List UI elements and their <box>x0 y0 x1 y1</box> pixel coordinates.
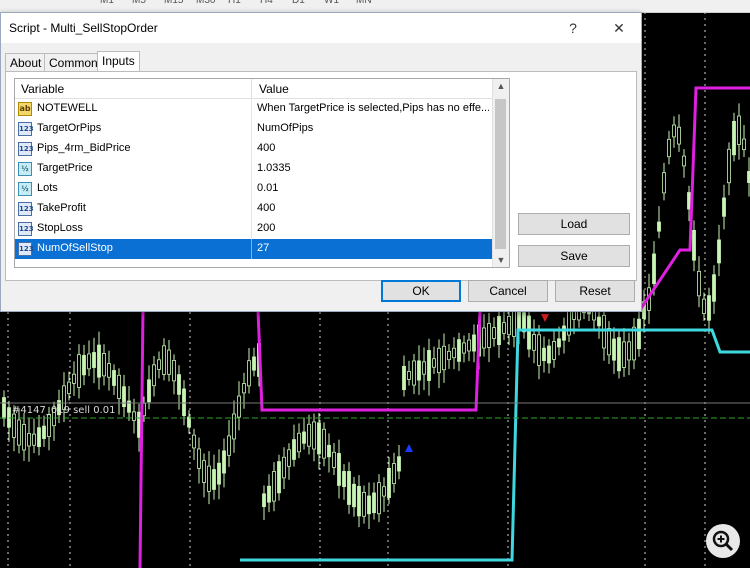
script-dialog: Script - Multi_SellStopOrder ? ✕ About C… <box>0 12 642 312</box>
variable-name: Lots <box>37 182 58 194</box>
variable-value[interactable]: 0.01 <box>257 182 489 194</box>
integer-type-icon: 123 <box>18 242 34 256</box>
double-type-icon: ½ <box>18 162 32 176</box>
reset-button[interactable]: Reset <box>555 280 635 302</box>
variable-value[interactable]: NumOfPips <box>257 122 489 134</box>
input-row-pips-4rm-bidprice[interactable]: 123 Pips_4rm_BidPrice 400 <box>15 139 493 159</box>
input-row-targetprice[interactable]: ½ TargetPrice 1.0335 <box>15 159 493 179</box>
titlebar: Script - Multi_SellStopOrder ? ✕ <box>1 13 641 43</box>
scroll-down-arrow-icon[interactable]: ▼ <box>493 253 509 267</box>
window-title: Script - Multi_SellStopOrder <box>9 21 158 35</box>
sell-arrow-marker <box>541 314 549 322</box>
timeframe-h1[interactable]: H1 <box>228 0 241 6</box>
zoom-button[interactable] <box>706 524 740 558</box>
tab-about[interactable]: About <box>5 53 47 72</box>
save-button[interactable]: Save <box>518 245 630 267</box>
inputs-panel: Variable Value ab NOTEWELL When TargetPric… <box>5 71 637 281</box>
column-header-value: Value <box>259 82 289 96</box>
zoom-in-icon <box>712 530 734 552</box>
input-row-targetorpips[interactable]: 123 TargetOrPips NumOfPips <box>15 119 493 139</box>
timeframe-m15[interactable]: M15 <box>164 0 183 6</box>
help-button[interactable]: ? <box>559 18 587 38</box>
integer-type-icon: 123 <box>18 142 34 156</box>
variable-name: NOTEWELL <box>37 102 98 114</box>
timeframe-mn[interactable]: MN <box>356 0 372 6</box>
double-type-icon: ½ <box>18 182 32 196</box>
input-row-numofsellstop[interactable]: 123 NumOfSellStop 27 <box>15 239 493 259</box>
variable-name: Pips_4rm_BidPrice <box>37 142 131 154</box>
close-button[interactable]: ✕ <box>605 18 633 38</box>
variable-value[interactable]: When TargetPrice is selected,Pips has no… <box>257 102 489 114</box>
variable-value[interactable]: 400 <box>257 202 489 214</box>
grid-header: Variable Value <box>15 79 493 99</box>
variable-name: NumOfSellStop <box>37 242 113 254</box>
integer-type-icon: 123 <box>18 202 34 216</box>
variable-value[interactable]: 200 <box>257 222 489 234</box>
trade-label: #4147_019 sell 0.01 <box>12 405 116 416</box>
tab-common[interactable]: Common <box>44 53 103 72</box>
input-row-takeprofit[interactable]: 123 TakeProfit 400 <box>15 199 493 219</box>
cancel-button[interactable]: Cancel <box>468 280 548 302</box>
input-row-stoploss[interactable]: 123 StopLoss 200 <box>15 219 493 239</box>
scroll-up-arrow-icon[interactable]: ▲ <box>493 79 509 93</box>
timeframe-m5[interactable]: M5 <box>132 0 146 6</box>
inputs-grid[interactable]: Variable Value ab NOTEWELL When TargetPric… <box>14 78 510 268</box>
variable-name: TargetOrPips <box>37 122 102 134</box>
timeframe-h4[interactable]: H4 <box>260 0 273 6</box>
input-row-notewell[interactable]: ab NOTEWELL When TargetPrice is selected,P… <box>15 99 493 119</box>
timeframe-w1[interactable]: W1 <box>324 0 339 6</box>
grid-scrollbar[interactable]: ▲ ▼ <box>492 79 509 267</box>
variable-value[interactable]: 27 <box>257 242 489 254</box>
variable-value[interactable]: 400 <box>257 142 489 154</box>
variable-name: StopLoss <box>37 222 83 234</box>
variable-name: TargetPrice <box>37 162 93 174</box>
input-row-lots[interactable]: ½ Lots 0.01 <box>15 179 493 199</box>
integer-type-icon: 123 <box>18 122 34 136</box>
variable-name: TakeProfit <box>37 202 86 214</box>
scroll-thumb[interactable] <box>495 99 506 249</box>
timeframe-m1[interactable]: M1 <box>100 0 114 6</box>
buy-arrow-marker <box>405 444 413 452</box>
tab-inputs[interactable]: Inputs <box>97 51 140 72</box>
timeframe-d1[interactable]: D1 <box>292 0 305 6</box>
column-header-variable: Variable <box>21 82 65 96</box>
string-type-icon: ab <box>18 102 32 116</box>
ok-button[interactable]: OK <box>381 280 461 302</box>
integer-type-icon: 123 <box>18 222 34 236</box>
variable-value[interactable]: 1.0335 <box>257 162 489 174</box>
load-button[interactable]: Load <box>518 213 630 235</box>
timeframe-m30[interactable]: M30 <box>196 0 215 6</box>
